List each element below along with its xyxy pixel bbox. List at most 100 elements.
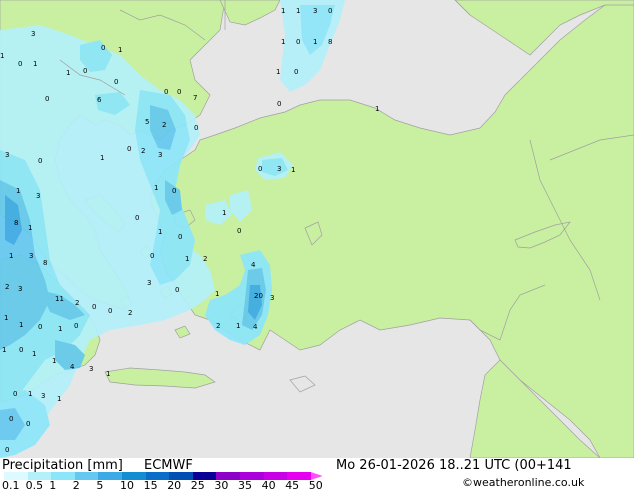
credit-text: ©weatheronline.co.uk — [462, 476, 585, 489]
precip-value: 0 — [277, 100, 281, 108]
precip-value: 1 — [33, 60, 37, 68]
precip-value: 0 — [194, 124, 198, 132]
precip-value: 4 — [253, 323, 258, 331]
precip-value: 2 — [75, 299, 79, 307]
precip-value: 1 — [291, 166, 295, 174]
precip-value: 1 — [281, 38, 285, 46]
scale-label: 40 — [261, 479, 276, 492]
precip-value: 1 — [28, 390, 32, 398]
precip-value: 1 — [296, 7, 300, 15]
product-title: Precipitation [mm] — [2, 458, 123, 473]
scale-label: 45 — [285, 479, 300, 492]
map-footer: Precipitation [mm] ECMWF Mo 26-01-2026 1… — [0, 458, 634, 492]
precip-value: 0 — [83, 67, 87, 75]
precip-value: 0 — [135, 214, 139, 222]
precip-value: 0 — [177, 88, 181, 96]
precip-value: 1 — [28, 224, 32, 232]
precip-value: 3 — [29, 252, 33, 260]
precip-value: 8 — [328, 38, 332, 46]
precip-value: 0 — [127, 145, 131, 153]
precip-value: 0 — [74, 322, 78, 330]
precip-value: 1 — [57, 395, 61, 403]
precip-value: 0 — [38, 157, 42, 165]
precip-value: 1 — [215, 290, 219, 298]
scale-label: 30 — [214, 479, 229, 492]
valid-time: Mo 26-01-2026 18..21 UTC (00+141 — [336, 458, 572, 473]
scale-label: 15 — [143, 479, 158, 492]
precip-value: 1 — [58, 325, 62, 333]
model-name: ECMWF — [144, 458, 193, 473]
precip-value: 6 — [97, 96, 102, 104]
precip-value: 2 — [162, 121, 166, 129]
precip-value: 7 — [193, 94, 197, 102]
precip-value: 4 — [251, 261, 256, 269]
precip-value: 1 — [118, 46, 122, 54]
precip-value: 1 — [236, 322, 240, 330]
precip-value: 1 — [2, 346, 6, 354]
precip-value: 1 — [281, 7, 285, 15]
precip-value: 1 — [276, 68, 280, 76]
scale-label: 20 — [167, 479, 182, 492]
scale-label: 35 — [238, 479, 252, 492]
precip-value: 1 — [222, 209, 226, 217]
precip-value: 1 — [158, 228, 162, 236]
precip-value: 0 — [18, 60, 22, 68]
precip-value: 1 — [106, 370, 110, 378]
precip-value: 3 — [147, 279, 151, 287]
precip-value: 0 — [45, 95, 49, 103]
precip-value: 1 — [19, 321, 23, 329]
precip-value: 0 — [101, 44, 105, 52]
precip-value: 2 — [203, 255, 207, 263]
precip-value: 0 — [92, 303, 96, 311]
precip-value: 8 — [43, 259, 47, 267]
scale-label: 2 — [72, 479, 80, 492]
precip-value: 1 — [52, 357, 56, 365]
precip-value: 0 — [294, 68, 298, 76]
precip-value: 0 — [38, 323, 42, 331]
precip-value: 1 — [154, 184, 158, 192]
precip-value: 4 — [70, 363, 75, 371]
precip-value: 20 — [254, 292, 263, 300]
precip-value: 0 — [172, 187, 176, 195]
precip-value: 0 — [296, 38, 300, 46]
precip-value: 0 — [114, 78, 118, 86]
precipitation-map: 1 1 3 01 0 1 80 1310 11 06000 075 2 030 2131038101 001… — [0, 0, 634, 458]
precip-value: 0 — [26, 420, 30, 428]
precip-value: 0 — [13, 390, 17, 398]
precip-value: 1 — [4, 314, 8, 322]
precip-value: 3 — [41, 392, 45, 400]
precip-value: 1 — [32, 350, 36, 358]
precip-value: 3 — [89, 365, 93, 373]
precip-value: 0 — [178, 233, 182, 241]
precip-value: 0 — [175, 286, 179, 294]
scale-label: 1 — [49, 479, 57, 492]
scale-label: 5 — [96, 479, 104, 492]
precip-value: 1 — [313, 38, 317, 46]
precip-value: 2 — [128, 309, 132, 317]
precip-value: 3 — [158, 151, 162, 159]
precip-value: 2 — [141, 147, 145, 155]
scale-label: 0.1 — [2, 479, 20, 492]
precip-value: 0 — [5, 446, 9, 454]
precip-value: 1 — [16, 187, 20, 195]
scale-label: 10 — [120, 479, 134, 492]
precip-value: 3 — [277, 165, 281, 173]
precip-value: 0 — [108, 307, 112, 315]
precip-value: 1 — [66, 69, 70, 77]
precip-value: 3 — [36, 192, 40, 200]
precip-value: 2 — [216, 322, 220, 330]
precip-value: 0 — [328, 7, 332, 15]
precip-value: 0 — [9, 415, 13, 423]
precip-value: 1 — [0, 52, 4, 60]
precip-value: 0 — [164, 88, 168, 96]
precip-value: 2 — [5, 283, 9, 291]
scale-label: 25 — [190, 479, 205, 492]
scale-label: 0.5 — [25, 479, 44, 492]
precip-value: 1 — [185, 255, 189, 263]
precip-value: 0 — [150, 252, 154, 260]
precip-value: 0 — [19, 346, 23, 354]
precip-value: 1 — [375, 105, 379, 113]
precip-value: 0 — [258, 165, 262, 173]
precip-value: 1 — [9, 252, 13, 260]
scale-label: 50 — [308, 479, 323, 492]
